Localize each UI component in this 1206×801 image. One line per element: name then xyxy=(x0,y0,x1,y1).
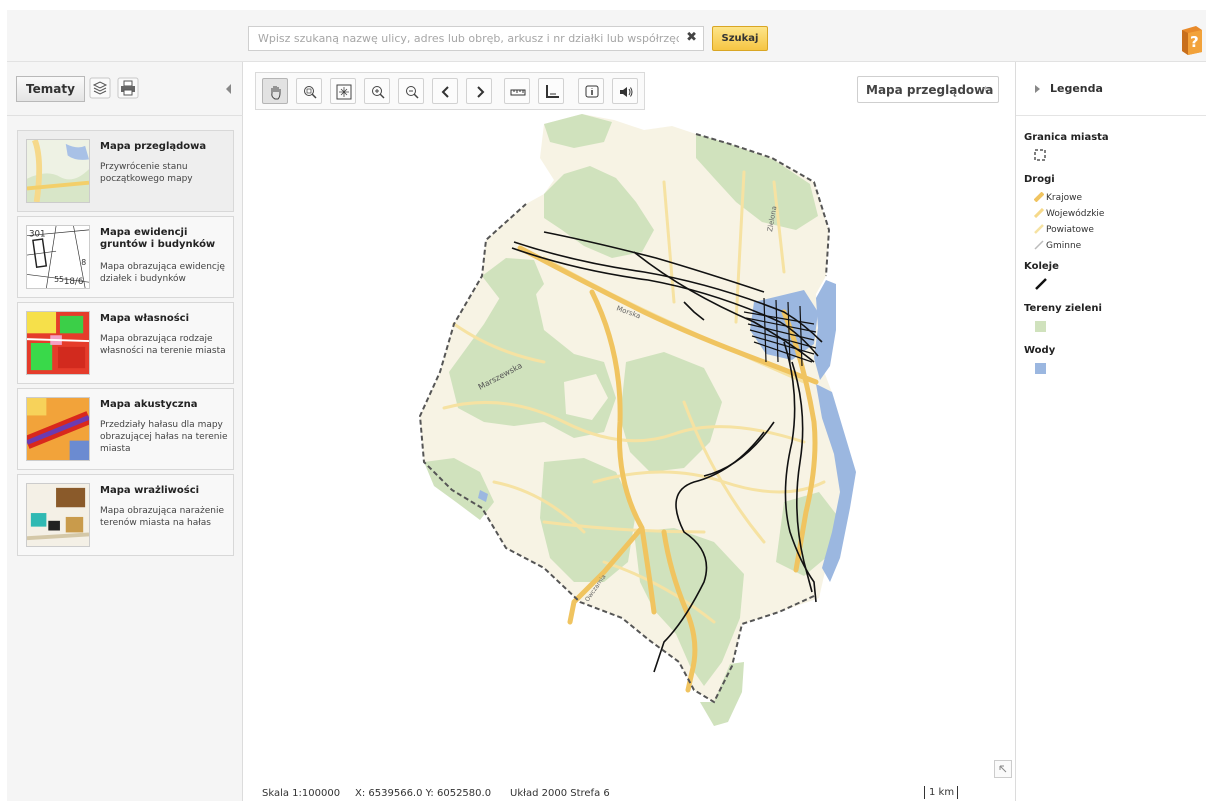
identify-button[interactable] xyxy=(578,78,604,104)
pan-tool-button[interactable] xyxy=(262,78,288,104)
speaker-button[interactable] xyxy=(612,78,638,104)
ruler-icon xyxy=(510,89,526,96)
theme-description: Mapa obrazująca narażenie terenów miasta… xyxy=(100,506,225,528)
search-box: ✖ xyxy=(248,26,704,51)
zoom-extent-button[interactable] xyxy=(330,78,356,104)
svg-text:?: ? xyxy=(1190,33,1199,51)
theme-title: Mapa wrażliwości xyxy=(100,485,200,496)
theme-title: Mapa przeglądowa xyxy=(100,141,207,152)
thumbnail-overview-map xyxy=(26,139,90,203)
legend-toggle[interactable]: Legenda xyxy=(1016,62,1206,116)
search-button[interactable]: Szukaj xyxy=(712,26,768,51)
voivodeship-road-symbol-icon xyxy=(1034,208,1044,218)
expand-arrow-icon xyxy=(1035,85,1040,93)
county-road-symbol-icon xyxy=(1034,224,1044,234)
national-road-symbol-icon xyxy=(1034,192,1044,202)
theme-description: Przywrócenie stanu początkowego mapy xyxy=(100,162,193,184)
measure-distance-button[interactable] xyxy=(504,78,530,104)
themes-toolbar: Tematy xyxy=(7,62,243,116)
municipal-road-symbol-icon xyxy=(1034,240,1044,250)
thumb-text: 55 xyxy=(54,275,64,284)
zoom-window-icon xyxy=(304,86,317,99)
legend-item-wojewodzkie: Wojewódzkie xyxy=(1046,209,1105,219)
themes-panel: Tematy Mapa przeglądowa Przywrócenie sta… xyxy=(7,62,243,801)
help-book-icon[interactable]: ? xyxy=(1178,24,1206,56)
legend-section-water: Wody xyxy=(1024,345,1056,356)
status-bar: Skala 1:100000 X: 6539566.0 Y: 6052580.0… xyxy=(244,786,1014,801)
legend-section-green: Tereny zieleni xyxy=(1024,303,1102,314)
theme-title: Mapa ewidencji gruntów i budynków xyxy=(100,227,216,250)
legend-section-railways: Koleje xyxy=(1024,261,1059,272)
zoom-in-button[interactable] xyxy=(364,78,390,104)
legend-panel: Legenda Granica miasta Drogi Krajowe Woj… xyxy=(1015,62,1206,801)
header-bar: ✖ Szukaj ? xyxy=(7,10,1206,62)
expand-map-icon[interactable] xyxy=(994,760,1012,778)
speaker-icon xyxy=(620,87,633,97)
basemap-selected-value: Mapa przeglądowa xyxy=(866,83,994,97)
thumbnail-sensitivity-map xyxy=(26,483,90,547)
map-canvas[interactable]: Marszewska Morska Zielona Owczarnia Mapa… xyxy=(244,62,1014,786)
zoom-extent-icon xyxy=(336,84,352,100)
thumbnail-acoustic-map xyxy=(26,397,90,461)
basemap-select[interactable]: Mapa przeglądowa ÷ xyxy=(857,76,999,103)
thumbnail-ownership-map xyxy=(26,311,90,375)
search-input[interactable] xyxy=(249,27,679,50)
zoom-window-button[interactable] xyxy=(296,78,322,104)
info-icon xyxy=(585,85,599,98)
zoom-in-icon xyxy=(372,86,385,99)
theme-description: Mapa obrazująca ewidencję działek i budy… xyxy=(100,262,225,284)
thumb-text: 18/6 xyxy=(64,277,84,287)
water-symbol-icon xyxy=(1035,363,1046,374)
printer-icon[interactable] xyxy=(117,77,139,99)
map-toolbar xyxy=(255,72,645,110)
previous-view-button[interactable] xyxy=(432,78,458,104)
green-area-symbol-icon xyxy=(1035,321,1046,332)
theme-title: Mapa własności xyxy=(100,313,190,324)
tab-tematy[interactable]: Tematy xyxy=(16,76,85,102)
chevron-right-icon xyxy=(477,86,485,98)
theme-description: Mapa obrazująca rodzaje własności na ter… xyxy=(100,334,226,356)
measure-area-button[interactable] xyxy=(538,78,564,104)
zoom-out-button[interactable] xyxy=(398,78,424,104)
theme-title: Mapa akustyczna xyxy=(100,399,198,410)
legend-item-krajowe: Krajowe xyxy=(1046,193,1083,203)
next-view-button[interactable] xyxy=(466,78,492,104)
theme-card-mapa-akustyczna[interactable]: Mapa akustyczna Przedziały hałasu dla ma… xyxy=(17,388,234,470)
legend-item-powiatowe: Powiatowe xyxy=(1046,225,1094,235)
legend-title: Legenda xyxy=(1050,82,1103,95)
theme-description: Przedziały hałasu dla mapy obrazującej h… xyxy=(100,420,228,454)
legend-section-roads: Drogi xyxy=(1024,174,1055,185)
railway-symbol-icon xyxy=(1035,278,1047,290)
thumbnail-cadastre-map: 301 55 18/6 8 xyxy=(26,225,90,289)
select-arrow-icon: ÷ xyxy=(982,84,989,93)
chevron-left-icon xyxy=(441,86,449,98)
hand-icon xyxy=(271,86,281,100)
scale-readout: Skala 1:100000 xyxy=(262,788,341,799)
theme-card-mapa-wlasnosci[interactable]: Mapa własności Mapa obrazująca rodzaje w… xyxy=(17,302,234,384)
theme-card-mapa-ewidencji[interactable]: 301 55 18/6 8 Mapa ewidencji gruntów i b… xyxy=(17,216,234,298)
collapse-panel-icon[interactable] xyxy=(226,84,231,94)
theme-card-mapa-wrazliwosci[interactable]: Mapa wrażliwości Mapa obrazująca narażen… xyxy=(17,474,234,556)
clear-search-icon[interactable]: ✖ xyxy=(686,31,697,45)
zoom-out-icon xyxy=(406,86,419,99)
legend-section-city-boundary: Granica miasta xyxy=(1024,132,1109,143)
area-ruler-icon xyxy=(546,85,559,98)
scale-bar: 1 km xyxy=(924,786,958,799)
coordinates-readout: X: 6539566.0 Y: 6052580.0 xyxy=(355,788,492,799)
city-map[interactable]: Marszewska Morska Zielona Owczarnia xyxy=(244,62,1014,786)
scale-bar-label: 1 km xyxy=(929,787,955,798)
layers-icon[interactable] xyxy=(89,77,111,99)
theme-card-mapa-przegladowa[interactable]: Mapa przeglądowa Przywrócenie stanu pocz… xyxy=(17,130,234,212)
legend-item-gminne: Gminne xyxy=(1046,241,1082,251)
thumb-text: 301 xyxy=(29,230,46,240)
boundary-symbol-icon xyxy=(1034,149,1046,161)
thumb-text: 8 xyxy=(81,258,86,267)
crs-readout: Układ 2000 Strefa 6 xyxy=(510,788,610,799)
